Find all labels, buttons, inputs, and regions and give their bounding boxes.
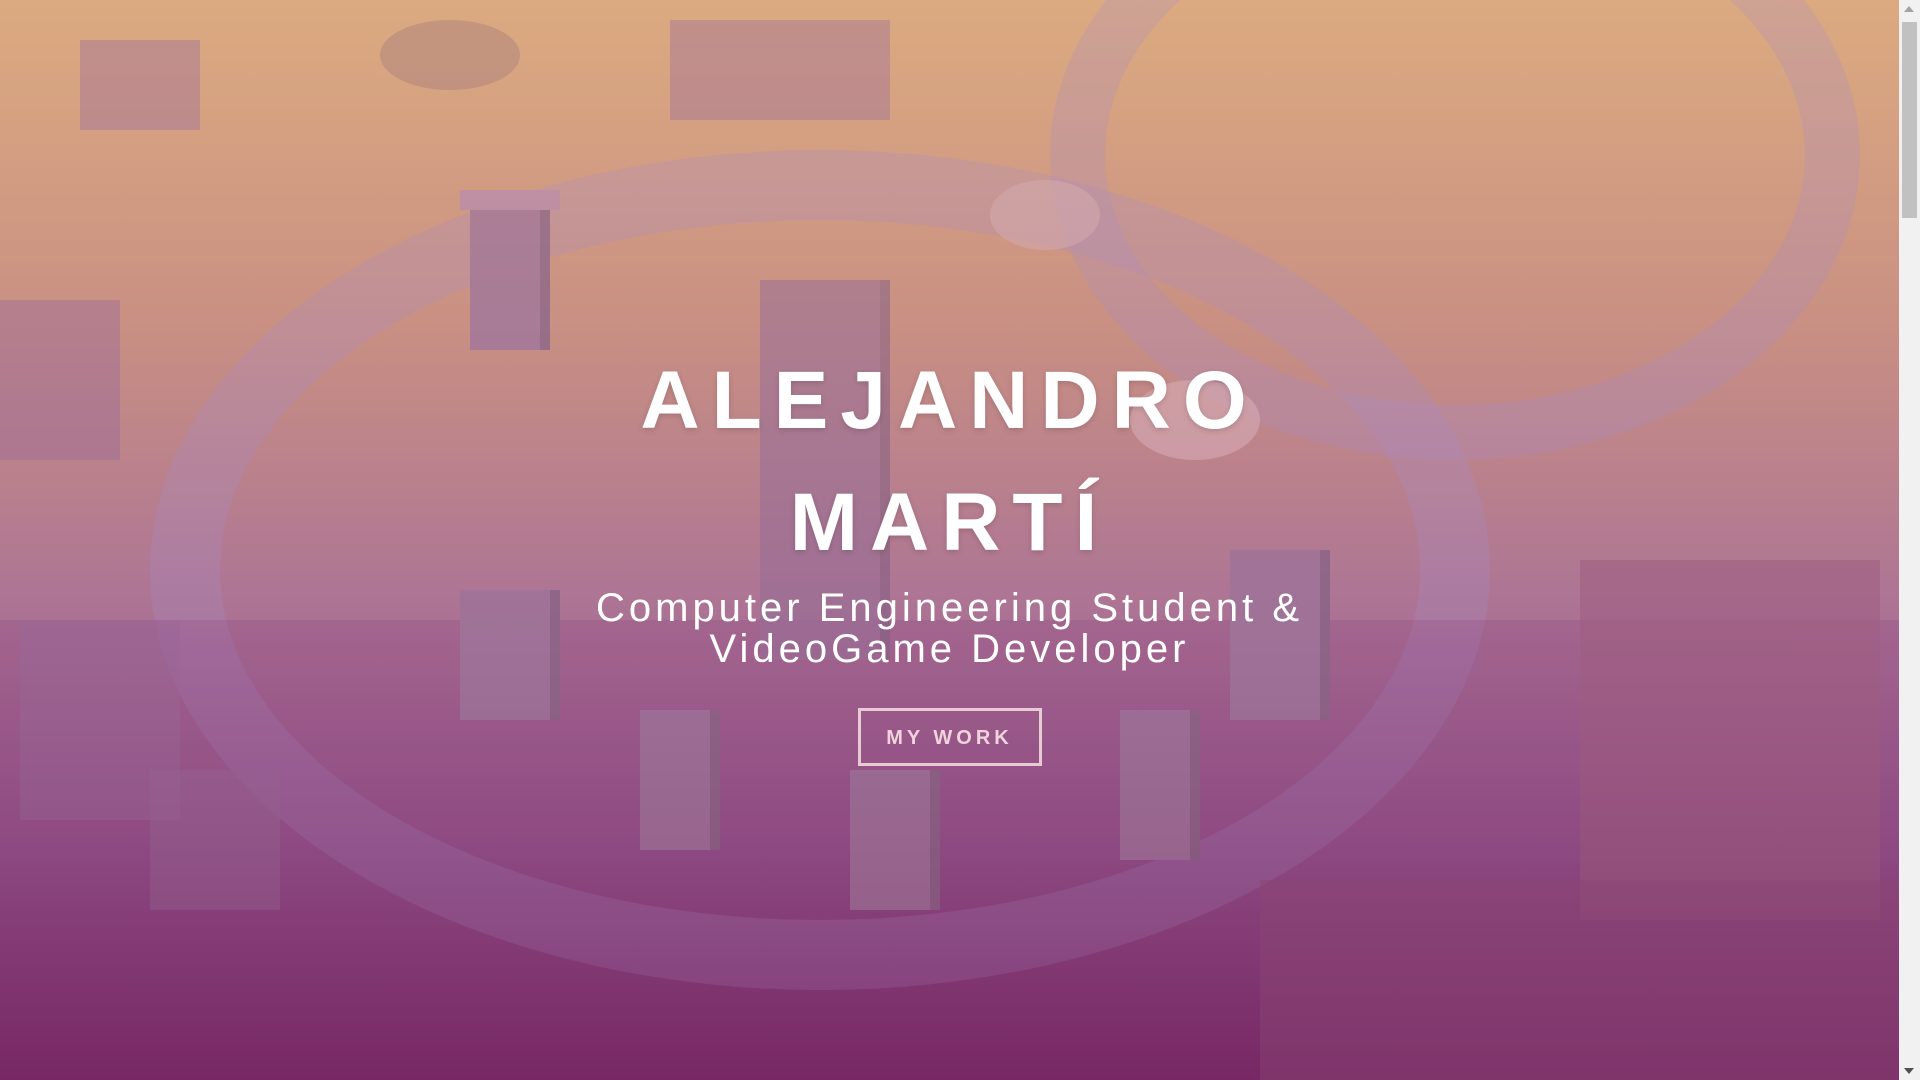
hero-name-last: MARTÍ: [789, 477, 1110, 568]
my-work-button[interactable]: MY WORK: [857, 708, 1042, 766]
hero-subtitle: Computer Engineering Student & VideoGame…: [570, 588, 1330, 670]
scroll-up-arrow-icon[interactable]: [1904, 6, 1914, 12]
hero-subtitle-line2: VideoGame Developer: [709, 627, 1190, 671]
hero-section: ALEJANDRO MARTÍ Computer Engineering Stu…: [0, 340, 1899, 766]
page-scrollbar[interactable]: [1899, 0, 1920, 1080]
scrollbar-thumb[interactable]: [1902, 22, 1917, 218]
scroll-down-arrow-icon[interactable]: [1904, 1068, 1914, 1074]
hero-name: ALEJANDRO MARTÍ: [570, 340, 1330, 584]
hero-name-first: ALEJANDRO: [640, 355, 1259, 446]
hero-subtitle-line1: Computer Engineering Student &: [595, 586, 1304, 630]
hero-background: ALEJANDRO MARTÍ Computer Engineering Stu…: [0, 0, 1899, 1080]
